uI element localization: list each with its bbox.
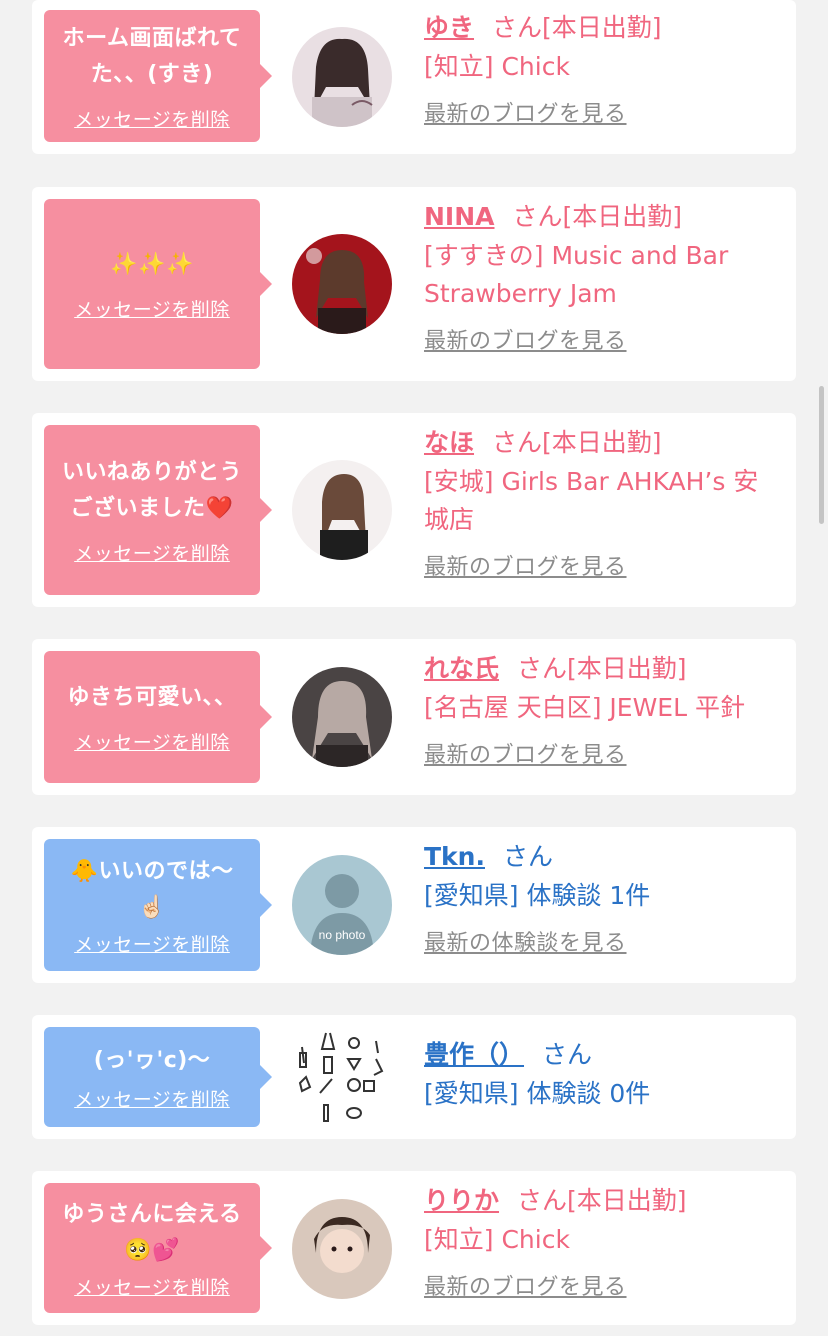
store-text: [名古屋 天白区] JEWEL 平針 <box>424 693 745 722</box>
delete-message-link[interactable]: メッセージを削除 <box>74 1085 230 1112</box>
lab-equipment-avatar-icon[interactable] <box>292 1027 392 1127</box>
message-card: ゆきち可愛い、、 メッセージを削除 れな氏 さん[本日出勤] [名古屋 天白区] … <box>32 639 796 795</box>
store-text: [知立] Chick <box>424 52 570 81</box>
no-photo-label: no photo <box>319 928 366 942</box>
message-card: (っ'ヮ'c)〜 メッセージを削除 豊作（） さん [愛知県] 体験談 0件 <box>32 1015 796 1139</box>
profile-name-link[interactable]: Tkn. <box>424 842 485 871</box>
no-photo-avatar-icon[interactable]: no photo <box>292 855 392 955</box>
message-text: いいねありがとう ございました❤️ <box>61 459 242 521</box>
delete-message-link[interactable]: メッセージを削除 <box>74 1273 230 1300</box>
message-bubble: いいねありがとう ございました❤️ メッセージを削除 <box>44 425 272 595</box>
store-text: [愛知県] 体験談 1件 <box>424 881 651 910</box>
message-bubble: (っ'ヮ'c)〜 メッセージを削除 <box>44 1027 272 1127</box>
latest-blog-link[interactable]: 最新のブログを見る <box>424 737 627 769</box>
profile-info: ゆき さん[本日出勤] [知立] Chick 最新のブログを見る <box>424 8 782 128</box>
profile-info: 豊作（） さん [愛知県] 体験談 0件 <box>424 1035 782 1113</box>
profile-name-link[interactable]: なほ <box>424 428 474 457</box>
delete-message-link[interactable]: メッセージを削除 <box>74 105 230 132</box>
profile-suffix: さん[本日出勤] <box>517 654 687 683</box>
profile-name-link[interactable]: りりか <box>424 1186 499 1215</box>
store-text: [すすきの] Music and Bar Strawberry Jam <box>424 241 729 308</box>
profile-info: れな氏 さん[本日出勤] [名古屋 天白区] JEWEL 平針 最新のブログを見る <box>424 649 782 769</box>
message-bubble: ✨✨✨ メッセージを削除 <box>44 199 272 369</box>
message-card: ホーム画面ばれて た、、(すき) メッセージを削除 ゆき さん[本日出勤] [知立… <box>32 0 796 154</box>
profile-info: NINA さん[本日出勤] [すすきの] Music and Bar Strawb… <box>424 197 782 355</box>
profile-suffix: さん <box>502 842 553 871</box>
latest-blog-link[interactable]: 最新のブログを見る <box>424 323 627 355</box>
latest-blog-link[interactable]: 最新のブログを見る <box>424 549 627 581</box>
message-card: いいねありがとう ございました❤️ メッセージを削除 なほ さん[本日出勤] [安… <box>32 413 796 607</box>
message-bubble: 🐥いいのでは〜 ☝🏻 メッセージを削除 <box>44 839 272 971</box>
profile-suffix: さん[本日出勤] <box>517 1186 687 1215</box>
profile-suffix: さん[本日出勤] <box>492 428 662 457</box>
profile-name-link[interactable]: 豊作（） <box>424 1040 524 1069</box>
profile-name-link[interactable]: れな氏 <box>424 654 499 683</box>
message-card: ゆうさんに会える 🥺💕 メッセージを削除 りりか さん[本日出勤] [知立] Ch… <box>32 1171 796 1325</box>
latest-blog-link[interactable]: 最新のブログを見る <box>424 1269 627 1301</box>
delete-message-link[interactable]: メッセージを削除 <box>74 539 230 566</box>
message-text: ホーム画面ばれて た、、(すき) <box>62 25 242 87</box>
message-text: ✨✨✨ <box>110 251 194 277</box>
girl-photo-avatar-icon[interactable] <box>292 667 392 767</box>
profile-name-link[interactable]: NINA <box>424 202 495 231</box>
girl-photo-avatar-icon[interactable] <box>292 234 392 334</box>
profile-suffix: さん[本日出勤] <box>492 13 662 42</box>
message-text: (っ'ヮ'c)〜 <box>93 1047 211 1073</box>
store-text: [知立] Chick <box>424 1225 570 1254</box>
latest-blog-link[interactable]: 最新のブログを見る <box>424 96 627 128</box>
girl-photo-avatar-icon[interactable] <box>292 27 392 127</box>
message-card: ✨✨✨ メッセージを削除 NINA さん[本日出勤] [すすきの] Music a… <box>32 187 796 381</box>
profile-info: Tkn. さん [愛知県] 体験談 1件 最新の体験談を見る <box>424 837 782 957</box>
scrollbar[interactable] <box>819 386 824 524</box>
message-text: ゆきち可愛い、、 <box>67 684 237 710</box>
profile-suffix: さん <box>542 1040 593 1069</box>
message-feed: ホーム画面ばれて た、、(すき) メッセージを削除 ゆき さん[本日出勤] [知立… <box>0 0 828 1336</box>
message-bubble: ホーム画面ばれて た、、(すき) メッセージを削除 <box>44 10 272 142</box>
message-bubble: ゆうさんに会える 🥺💕 メッセージを削除 <box>44 1183 272 1313</box>
profile-info: りりか さん[本日出勤] [知立] Chick 最新のブログを見る <box>424 1181 782 1301</box>
profile-name-link[interactable]: ゆき <box>424 13 474 42</box>
delete-message-link[interactable]: メッセージを削除 <box>74 728 230 755</box>
girl-photo-avatar-icon[interactable] <box>292 1199 392 1299</box>
message-text: ゆうさんに会える 🥺💕 <box>62 1201 242 1263</box>
girl-photo-avatar-icon[interactable] <box>292 460 392 560</box>
latest-review-link[interactable]: 最新の体験談を見る <box>424 925 627 957</box>
message-text: 🐥いいのでは〜 ☝🏻 <box>70 858 234 920</box>
message-bubble: ゆきち可愛い、、 メッセージを削除 <box>44 651 272 783</box>
profile-suffix: さん[本日出勤] <box>512 202 683 231</box>
delete-message-link[interactable]: メッセージを削除 <box>74 930 230 957</box>
store-text: [愛知県] 体験談 0件 <box>424 1079 651 1108</box>
message-card: 🐥いいのでは〜 ☝🏻 メッセージを削除 no photo Tkn. さん [愛知県… <box>32 827 796 983</box>
delete-message-link[interactable]: メッセージを削除 <box>74 295 230 322</box>
store-text: [安城] Girls Bar AHKAH’s 安城店 <box>424 467 759 534</box>
profile-info: なほ さん[本日出勤] [安城] Girls Bar AHKAH’s 安城店 最新… <box>424 423 782 581</box>
